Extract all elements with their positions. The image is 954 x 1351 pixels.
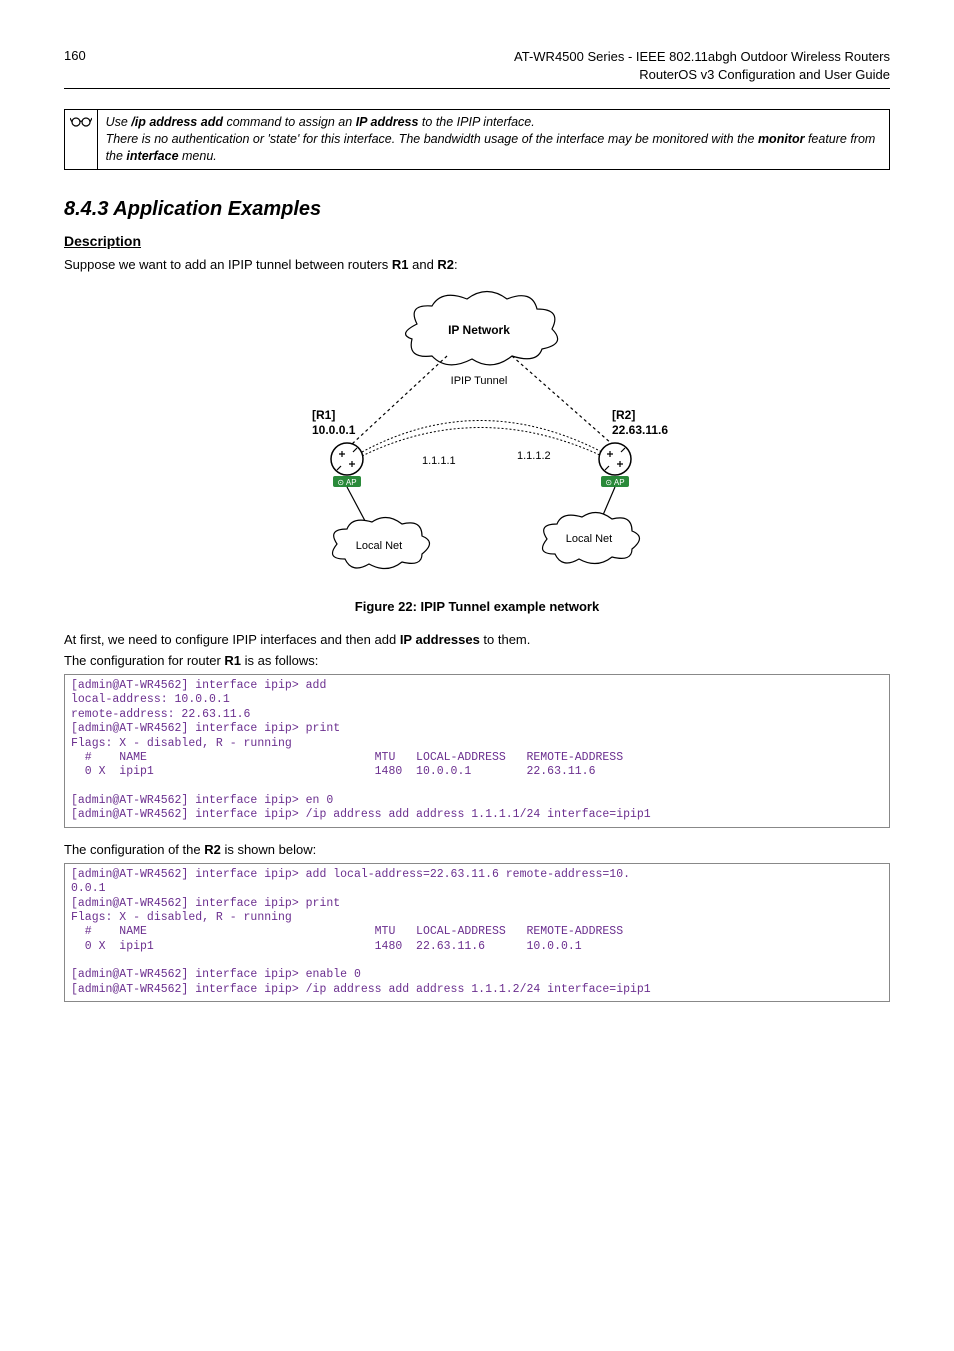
ipaddr-bold: IP addresses	[400, 632, 480, 647]
header-title: AT-WR4500 Series - IEEE 802.11abgh Outdo…	[514, 48, 890, 84]
after-figure-line1: At first, we need to configure IPIP inte…	[64, 632, 890, 647]
note-text-part: menu.	[179, 149, 217, 163]
note-text-part: There is no authentication or 'state' fo…	[106, 132, 758, 146]
note-text: Use /ip address add command to assign an…	[98, 110, 889, 169]
left-inner-ip: 1.1.1.1	[422, 455, 456, 467]
header-line1: AT-WR4500 Series - IEEE 802.11abgh Outdo…	[514, 49, 890, 64]
r2-label: [R2]	[612, 408, 635, 422]
text-part: to them.	[480, 632, 531, 647]
section-heading: 8.4.3 Application Examples	[64, 198, 890, 221]
tunnel-label: IPIP Tunnel	[451, 375, 508, 387]
intro-r2: R2	[437, 257, 454, 272]
note-ip: IP address	[356, 115, 419, 129]
text-part: is as follows:	[241, 653, 318, 668]
r1-ip: 10.0.0.1	[312, 423, 356, 437]
r1-bold: R1	[224, 653, 241, 668]
note-monitor: monitor	[758, 132, 805, 146]
local-net-right: Local Net	[566, 533, 612, 545]
text-part: At first, we need to configure IPIP inte…	[64, 632, 400, 647]
intro-paragraph: Suppose we want to add an IPIP tunnel be…	[64, 257, 890, 272]
intro-text: and	[409, 257, 438, 272]
intro-text: Suppose we want to add an IPIP tunnel be…	[64, 257, 392, 272]
page-header: 160 AT-WR4500 Series - IEEE 802.11abgh O…	[64, 48, 890, 89]
intro-r1: R1	[392, 257, 409, 272]
r1-label: [R1]	[312, 408, 335, 422]
text-part: is shown below:	[221, 842, 316, 857]
header-line2: RouterOS v3 Configuration and User Guide	[639, 67, 890, 82]
right-inner-ip: 1.1.1.2	[517, 450, 551, 462]
note-interface: interface	[126, 149, 178, 163]
r2-ip: 22.63.11.6	[612, 423, 668, 437]
local-net-left: Local Net	[356, 540, 402, 552]
intro-text: :	[454, 257, 458, 272]
code-block-r2: [admin@AT-WR4562] interface ipip> add lo…	[64, 863, 890, 1002]
router-r2-icon: ⊙ AP	[599, 443, 631, 487]
note-text-part: to the IPIP interface.	[418, 115, 534, 129]
figure-caption: Figure 22: IPIP Tunnel example network	[64, 599, 890, 614]
mid-text: The configuration of the R2 is shown bel…	[64, 842, 890, 857]
description-heading: Description	[64, 233, 890, 249]
page-number: 160	[64, 48, 86, 84]
note-text-part: Use	[106, 115, 132, 129]
router-r1-icon: ⊙ AP	[331, 443, 363, 487]
network-diagram: IP Network IPIP Tunnel [R1] 10.0.0.1 [R2…	[64, 284, 890, 587]
callout-note: Use /ip address add command to assign an…	[64, 109, 890, 170]
svg-text:⊙ AP: ⊙ AP	[337, 478, 356, 487]
r2-bold: R2	[204, 842, 221, 857]
note-cmd: /ip address add	[131, 115, 223, 129]
after-figure-line2: The configuration for router R1 is as fo…	[64, 653, 890, 668]
text-part: The configuration of the	[64, 842, 204, 857]
note-text-part: command to assign an	[223, 115, 356, 129]
text-part: The configuration for router	[64, 653, 224, 668]
code-block-r1: [admin@AT-WR4562] interface ipip> add lo…	[64, 674, 890, 828]
svg-text:⊙ AP: ⊙ AP	[605, 478, 624, 487]
cloud-label: IP Network	[448, 323, 510, 337]
glasses-icon	[65, 110, 98, 169]
